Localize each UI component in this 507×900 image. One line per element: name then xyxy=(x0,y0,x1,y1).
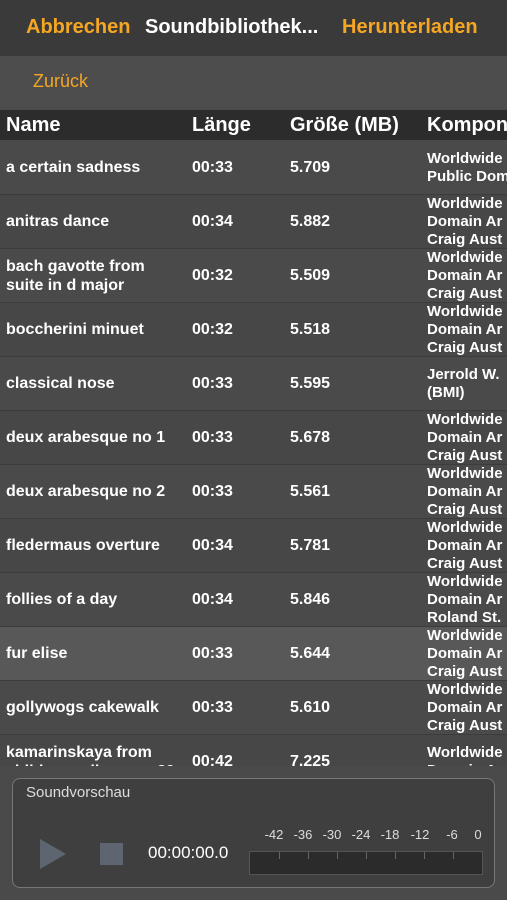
cell-name: fledermaus overture xyxy=(6,537,160,554)
cell-name: kamarinskaya from childrens album op 39 xyxy=(6,743,175,767)
playback-time: 00:00:00.0 xyxy=(148,843,229,862)
cell-length: 00:33 xyxy=(192,644,233,662)
cell-name: follies of a day xyxy=(6,591,118,608)
cell-composer: Worldwide Domain Ar xyxy=(427,743,503,767)
cell-size: 5.518 xyxy=(290,320,331,338)
scale-label: -42 xyxy=(264,827,284,842)
navigation-bar: Abbrechen Soundbibliothek... Herunterlad… xyxy=(0,0,507,56)
preview-label: Soundvorschau xyxy=(26,784,131,801)
cell-composer: Worldwide Domain Ar Craig Aust xyxy=(427,411,503,464)
cell-length: 00:34 xyxy=(192,590,233,608)
table-row[interactable]: fledermaus overture 00:34 5.781 Worldwide D… xyxy=(0,519,507,573)
scale-label: -18 xyxy=(380,827,400,842)
cell-size: 5.595 xyxy=(290,374,331,392)
table-row[interactable]: boccherini minuet 00:32 5.518 Worldwide Dom… xyxy=(0,303,507,357)
cell-length: 00:33 xyxy=(192,698,233,716)
level-meter xyxy=(249,851,483,875)
toolbar: Zurück xyxy=(0,56,507,109)
table-row[interactable]: deux arabesque no 2 00:33 5.561 Worldwide D… xyxy=(0,465,507,519)
cell-name: a certain sadness xyxy=(6,159,141,176)
table-row[interactable]: anitras dance 00:34 5.882 Worldwide Domain … xyxy=(0,195,507,249)
cell-composer: Worldwide Domain Ar Roland St. xyxy=(427,573,503,626)
sound-table: Name Länge Größe (MB) Kompon a certain s… xyxy=(0,110,507,766)
cell-composer: Worldwide Domain Ar Craig Aust xyxy=(427,249,503,302)
cell-size: 5.509 xyxy=(290,266,331,284)
cell-name: gollywogs cakewalk xyxy=(6,699,159,716)
table-row[interactable]: classical nose 00:33 5.595 Jerrold W. (BMI) xyxy=(0,357,507,411)
scale-label: -24 xyxy=(351,827,371,842)
cell-composer: Worldwide Domain Ar Craig Aust xyxy=(427,681,503,734)
cell-length: 00:33 xyxy=(192,374,233,392)
cell-size: 5.644 xyxy=(290,644,331,662)
cancel-button[interactable]: Abbrechen xyxy=(26,16,130,39)
scale-label: 0 xyxy=(474,827,482,842)
cell-composer: Worldwide Domain Ar Craig Aust xyxy=(427,627,503,680)
cell-length: 00:33 xyxy=(192,482,233,500)
play-icon[interactable] xyxy=(40,839,66,869)
cell-composer: Worldwide Domain Ar Craig Aust xyxy=(427,195,503,248)
cell-size: 5.709 xyxy=(290,158,331,176)
cell-composer: Worldwide Domain Ar Craig Aust xyxy=(427,465,503,518)
table-row[interactable]: deux arabesque no 1 00:33 5.678 Worldwide D… xyxy=(0,411,507,465)
cell-composer: Worldwide Domain Ar Craig Aust xyxy=(427,519,503,572)
table-header: Name Länge Größe (MB) Kompon xyxy=(0,110,507,140)
scale-label: -36 xyxy=(293,827,313,842)
cell-size: 5.846 xyxy=(290,590,331,608)
page-title: Soundbibliothek... xyxy=(145,16,319,38)
cell-length: 00:32 xyxy=(192,266,233,284)
cell-name: classical nose xyxy=(6,375,115,392)
cell-length: 00:42 xyxy=(192,752,233,767)
download-button[interactable]: Herunterladen xyxy=(342,16,478,39)
cell-size: 5.561 xyxy=(290,482,331,500)
cell-size: 5.610 xyxy=(290,698,331,716)
column-header-composer[interactable]: Kompon xyxy=(427,114,507,137)
cell-name: bach gavotte from suite in d major xyxy=(6,257,145,294)
cell-name: deux arabesque no 2 xyxy=(6,483,166,500)
column-header-name[interactable]: Name xyxy=(6,114,60,137)
cell-name: deux arabesque no 1 xyxy=(6,429,166,446)
cell-size: 5.882 xyxy=(290,212,331,230)
cell-name: fur elise xyxy=(6,645,68,662)
scale-label: -12 xyxy=(410,827,430,842)
column-header-size[interactable]: Größe (MB) xyxy=(290,114,399,137)
table-row[interactable]: bach gavotte from suite in d major 00:32 5… xyxy=(0,249,507,303)
column-header-length[interactable]: Länge xyxy=(192,114,251,137)
scale-label: -30 xyxy=(322,827,342,842)
table-body: a certain sadness 00:33 5.709 Worldwide Pub… xyxy=(0,141,507,766)
cell-size: 5.781 xyxy=(290,536,331,554)
cell-length: 00:33 xyxy=(192,158,233,176)
cell-name: anitras dance xyxy=(6,213,110,230)
table-row[interactable]: fur elise 00:33 5.644 Worldwide Domain Ar C… xyxy=(0,627,507,681)
cell-composer: Jerrold W. (BMI) xyxy=(427,365,500,401)
stop-icon[interactable] xyxy=(100,843,123,865)
table-row[interactable]: kamarinskaya from childrens album op 39 0… xyxy=(0,735,507,766)
cell-composer: Worldwide Public Dom xyxy=(427,149,507,185)
table-row[interactable]: gollywogs cakewalk 00:33 5.610 Worldwide Do… xyxy=(0,681,507,735)
cell-size: 5.678 xyxy=(290,428,331,446)
back-button[interactable]: Zurück xyxy=(33,71,88,92)
cell-length: 00:32 xyxy=(192,320,233,338)
cell-composer: Worldwide Domain Ar Craig Aust xyxy=(427,303,503,356)
table-row[interactable]: a certain sadness 00:33 5.709 Worldwide Pub… xyxy=(0,141,507,195)
sound-preview-panel: Soundvorschau 00:00:00.0 -42 -36 -30 -24… xyxy=(12,778,495,888)
cell-name: boccherini minuet xyxy=(6,321,144,338)
cell-size: 7.225 xyxy=(290,752,331,767)
cell-length: 00:33 xyxy=(192,428,233,446)
cell-length: 00:34 xyxy=(192,536,233,554)
cell-length: 00:34 xyxy=(192,212,233,230)
table-row[interactable]: follies of a day 00:34 5.846 Worldwide Doma… xyxy=(0,573,507,627)
